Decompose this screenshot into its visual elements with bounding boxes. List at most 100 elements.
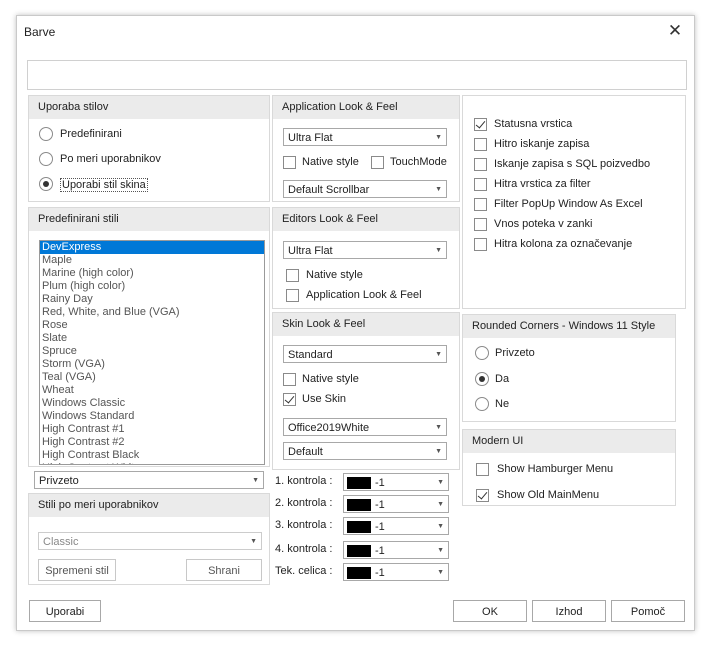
skin-native-style-checkbox[interactable] bbox=[283, 373, 296, 386]
predefined-styles-list[interactable]: DevExpress Maple Marine (high color) Plum (… bbox=[39, 240, 265, 465]
radio-predefined[interactable] bbox=[39, 127, 53, 141]
old-menu-checkbox[interactable] bbox=[476, 489, 489, 502]
control-label: 3. kontrola : bbox=[275, 519, 333, 531]
app-native-style-label: Native style bbox=[302, 156, 359, 168]
list-item[interactable]: Marine (high color) bbox=[40, 267, 264, 280]
radio-skin-label: Uporabi stil skina bbox=[60, 178, 148, 192]
control-color-combo[interactable]: -1 ▼ bbox=[343, 563, 449, 581]
radio-custom[interactable] bbox=[39, 152, 53, 166]
skin-native-style-label: Native style bbox=[302, 373, 359, 385]
filter-popup-checkbox[interactable] bbox=[474, 198, 487, 211]
list-item[interactable]: Spruce bbox=[40, 345, 264, 358]
app-look-header: Application Look & Feel bbox=[273, 96, 459, 119]
close-icon[interactable]: ✕ bbox=[666, 22, 684, 40]
hamburger-label: Show Hamburger Menu bbox=[497, 463, 614, 475]
chevron-down-icon: ▼ bbox=[437, 547, 444, 554]
rounded-default-label: Privzeto bbox=[495, 347, 535, 359]
change-style-button[interactable]: Spremeni stil bbox=[38, 559, 116, 581]
filter-row-checkbox[interactable] bbox=[474, 178, 487, 191]
use-skin-checkbox[interactable] bbox=[283, 393, 296, 406]
skin-palette-combo[interactable]: Default ▼ bbox=[283, 442, 447, 460]
color-swatch bbox=[347, 499, 371, 511]
skin-name-combo[interactable]: Office2019White ▼ bbox=[283, 418, 447, 436]
control-color-combo[interactable]: -1 ▼ bbox=[343, 495, 449, 513]
predefined-combo[interactable]: Privzeto ▼ bbox=[34, 471, 264, 489]
touchmode-label: TouchMode bbox=[390, 156, 447, 168]
control-color-value: -1 bbox=[375, 499, 385, 511]
control-color-combo[interactable]: -1 ▼ bbox=[343, 541, 449, 559]
scrollbar-combo[interactable]: Default Scrollbar ▼ bbox=[283, 180, 447, 198]
custom-style-combo[interactable]: Classic ▼ bbox=[38, 532, 262, 550]
list-item[interactable]: High Contrast White bbox=[40, 462, 264, 464]
hamburger-checkbox[interactable] bbox=[476, 463, 489, 476]
color-swatch bbox=[347, 521, 371, 533]
list-item[interactable]: Maple bbox=[40, 254, 264, 267]
chevron-down-icon: ▼ bbox=[437, 569, 444, 576]
chevron-down-icon: ▼ bbox=[435, 424, 442, 431]
list-item[interactable]: High Contrast #2 bbox=[40, 436, 264, 449]
app-look-panel: Application Look & Feel Ultra Flat ▼ Nati… bbox=[272, 95, 460, 202]
app-style-combo[interactable]: Ultra Flat ▼ bbox=[283, 128, 447, 146]
list-item[interactable]: High Contrast Black bbox=[40, 449, 264, 462]
window-title: Barve bbox=[24, 25, 56, 39]
editors-native-style-label: Native style bbox=[306, 269, 363, 281]
chevron-down-icon: ▼ bbox=[435, 247, 442, 254]
list-item[interactable]: Rose bbox=[40, 319, 264, 332]
control-color-combo[interactable]: -1 ▼ bbox=[343, 517, 449, 535]
list-item[interactable]: Teal (VGA) bbox=[40, 371, 264, 384]
rounded-panel: Rounded Corners - Windows 11 Style Privz… bbox=[462, 314, 676, 422]
modern-ui-header: Modern UI bbox=[463, 430, 675, 453]
old-menu-label: Show Old MainMenu bbox=[497, 489, 600, 501]
editors-style-combo[interactable]: Ultra Flat ▼ bbox=[283, 241, 447, 259]
rounded-default-radio[interactable] bbox=[475, 346, 489, 360]
sql-search-checkbox[interactable] bbox=[474, 158, 487, 171]
app-native-style-checkbox[interactable] bbox=[283, 156, 296, 169]
control-label: Tek. celica : bbox=[275, 565, 333, 577]
touchmode-checkbox[interactable] bbox=[371, 156, 384, 169]
list-item[interactable]: Wheat bbox=[40, 384, 264, 397]
list-item[interactable]: Slate bbox=[40, 332, 264, 345]
radio-skin[interactable] bbox=[39, 177, 53, 191]
chevron-down-icon: ▼ bbox=[435, 186, 442, 193]
control-color-combo[interactable]: -1 ▼ bbox=[343, 473, 449, 491]
skin-style-value: Standard bbox=[288, 349, 333, 361]
list-item[interactable]: DevExpress bbox=[40, 241, 264, 254]
status-bar-checkbox[interactable] bbox=[474, 118, 487, 131]
quick-search-checkbox[interactable] bbox=[474, 138, 487, 151]
list-item[interactable]: Windows Classic bbox=[40, 397, 264, 410]
editors-app-look-checkbox[interactable] bbox=[286, 289, 299, 302]
custom-styles-header: Stili po meri uporabnikov bbox=[29, 494, 269, 517]
loop-entry-checkbox[interactable] bbox=[474, 218, 487, 231]
control-color-value: -1 bbox=[375, 545, 385, 557]
rounded-no-radio[interactable] bbox=[475, 397, 489, 411]
save-style-button[interactable]: Shrani bbox=[186, 559, 262, 581]
mark-column-checkbox[interactable] bbox=[474, 238, 487, 251]
list-item[interactable]: Rainy Day bbox=[40, 293, 264, 306]
chevron-down-icon: ▼ bbox=[437, 523, 444, 530]
usage-header: Uporaba stilov bbox=[29, 96, 269, 119]
exit-button[interactable]: Izhod bbox=[532, 600, 606, 622]
ok-button[interactable]: OK bbox=[453, 600, 527, 622]
editors-native-style-checkbox[interactable] bbox=[286, 269, 299, 282]
chevron-down-icon: ▼ bbox=[435, 134, 442, 141]
list-item[interactable]: Storm (VGA) bbox=[40, 358, 264, 371]
skin-name-value: Office2019White bbox=[288, 422, 370, 434]
color-swatch bbox=[347, 545, 371, 557]
chevron-down-icon: ▼ bbox=[435, 448, 442, 455]
skin-panel: Skin Look & Feel Standard ▼ Native style … bbox=[272, 312, 460, 470]
skin-header: Skin Look & Feel bbox=[273, 313, 459, 336]
apply-button[interactable]: Uporabi bbox=[29, 600, 101, 622]
control-label: 1. kontrola : bbox=[275, 475, 333, 487]
skin-style-combo[interactable]: Standard ▼ bbox=[283, 345, 447, 363]
list-item[interactable]: Red, White, and Blue (VGA) bbox=[40, 306, 264, 319]
chevron-down-icon: ▼ bbox=[252, 477, 259, 484]
help-button[interactable]: Pomoč bbox=[611, 600, 685, 622]
modern-ui-panel: Modern UI Show Hamburger Menu Show Old M… bbox=[462, 429, 676, 506]
radio-predefined-label: Predefinirani bbox=[60, 128, 122, 140]
list-item[interactable]: Plum (high color) bbox=[40, 280, 264, 293]
filter-popup-label: Filter PopUp Window As Excel bbox=[494, 198, 643, 210]
list-item[interactable]: Windows Standard bbox=[40, 410, 264, 423]
quick-search-label: Hitro iskanje zapisa bbox=[494, 138, 590, 150]
rounded-yes-radio[interactable] bbox=[475, 372, 489, 386]
list-item[interactable]: High Contrast #1 bbox=[40, 423, 264, 436]
